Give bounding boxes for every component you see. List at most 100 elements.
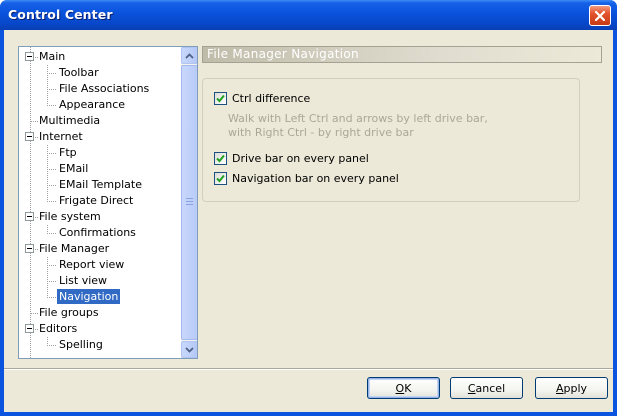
collapse-toggle[interactable] [25,244,34,253]
tree-item-label: File Associations [59,82,150,95]
tree-connector [47,297,56,298]
tree-connector [47,345,56,346]
tree-item-label: List view [59,274,108,287]
checkmark-icon [216,174,225,182]
tree-item-label: Main [39,50,66,63]
tree-item-label: Multimedia [39,114,101,127]
apply-label-rest: pply [563,381,588,395]
tree-item-label: Appearance [59,98,126,111]
window-title: Control Center [8,7,113,22]
ok-label-rest: K [404,381,412,395]
collapse-toggle[interactable] [25,52,34,61]
cancel-label-rest: ancel [475,381,506,395]
tree-item-file-associations[interactable]: File Associations [57,81,151,97]
scroll-thumb[interactable] [181,65,197,340]
tree-connector [47,257,48,266]
tree-connector [47,169,56,170]
tree-item-ftp[interactable]: Ftp [57,145,79,161]
cancel-button[interactable]: Cancel [450,377,523,399]
tree-connector [47,81,48,90]
tree-item-confirmations[interactable]: Confirmations [57,225,138,241]
collapse-toggle[interactable] [25,324,34,333]
tree-item-label: File Manager [39,242,110,255]
tree-item-main[interactable]: Main [37,49,67,65]
tree-item-email[interactable]: EMail [57,161,90,177]
chevron-down-icon [185,346,194,353]
tree-connector [47,281,56,282]
tree-item-label: File groups [39,306,99,319]
tree-connector [47,273,48,282]
tree-item-label: Internet [39,130,83,143]
tree-item-label: Frigate Direct [59,194,134,207]
control-center-window: Control Center Main Toolbar File Associati… [0,0,617,416]
title-bar[interactable]: Control Center [0,0,617,30]
tree-connector [47,193,48,202]
section-title: File Manager Navigation [202,46,602,63]
checkbox-box[interactable] [214,151,227,165]
tree-item-label: Confirmations [59,226,136,239]
settings-tree[interactable]: Main Toolbar File Associations Appearance Mu… [18,46,198,359]
grip-line [186,198,193,199]
apply-button[interactable]: Apply [535,377,608,399]
tree-connector [47,89,56,90]
collapse-toggle[interactable] [25,132,34,141]
tree-item-email-template[interactable]: EMail Template [57,177,144,193]
navigation-bar-checkbox[interactable]: Navigation bar on every panel [214,170,399,186]
tree-item-label: EMail [59,162,89,175]
tree-connector [47,161,48,170]
options-group: Ctrl difference Walk with Left Ctrl and … [202,78,580,202]
scroll-down-button[interactable] [181,341,197,358]
tree-item-label: File system [39,210,101,223]
tree-connector [47,265,56,266]
drive-bar-checkbox[interactable]: Drive bar on every panel [214,150,369,166]
tree-item-label: Editors [39,322,78,335]
collapse-toggle[interactable] [25,212,34,221]
tree-connector [47,177,48,186]
drive-bar-label: Drive bar on every panel [232,151,369,165]
ctrl-difference-label: Ctrl difference [232,91,311,105]
ok-hotkey: O [395,381,405,395]
tree-item-label: Spelling [59,338,103,351]
tree-connector [47,73,56,74]
tree-scrollbar[interactable] [181,47,197,358]
tree-item-label: Toolbar [59,66,99,79]
tree-item-file-system[interactable]: File system [37,209,103,225]
ctrl-difference-checkbox[interactable]: Ctrl difference [214,90,310,106]
close-button[interactable] [589,5,611,26]
tree-item-appearance[interactable]: Appearance [57,97,127,113]
grip-line [186,204,193,205]
tree-item-navigation[interactable]: Navigation [57,289,121,305]
hint-text-line2: with Right Ctrl - by right drive bar [228,126,414,139]
close-icon [594,10,606,21]
grip-line [186,201,193,202]
tree-item-internet[interactable]: Internet [37,129,85,145]
tree-connector [47,225,48,234]
chevron-up-icon [185,52,194,59]
tree-item-report-view[interactable]: Report view [57,257,126,273]
tree-item-spelling[interactable]: Spelling [57,337,105,353]
checkmark-icon [216,154,225,162]
tree-item-multimedia[interactable]: Multimedia [37,113,102,129]
apply-hotkey: A [555,381,564,395]
tree-connector [47,289,48,298]
tree-item-toolbar[interactable]: Toolbar [57,65,101,81]
checkbox-box[interactable] [214,91,227,105]
tree-item-list-view[interactable]: List view [57,273,109,289]
tree-item-file-groups[interactable]: File groups [37,305,101,321]
cancel-hotkey: C [467,381,476,395]
tree-item-file-manager[interactable]: File Manager [37,241,111,257]
checkbox-box[interactable] [214,171,227,185]
tree-connector [47,97,48,106]
ok-button[interactable]: OK [367,377,440,399]
tree-connector [47,337,48,346]
tree-connector [47,185,56,186]
tree-item-frigate-direct[interactable]: Frigate Direct [57,193,135,209]
tree-connector [47,153,56,154]
tree-item-label: EMail Template [59,178,142,191]
tree-item-label: Ftp [59,146,77,159]
tree-item-label: Report view [59,258,125,271]
scroll-up-button[interactable] [181,47,197,64]
tree-item-editors[interactable]: Editors [37,321,79,337]
dialog-client-area: Main Toolbar File Associations Appearance Mu… [4,30,613,412]
tree-item-label: Navigation [57,289,121,304]
